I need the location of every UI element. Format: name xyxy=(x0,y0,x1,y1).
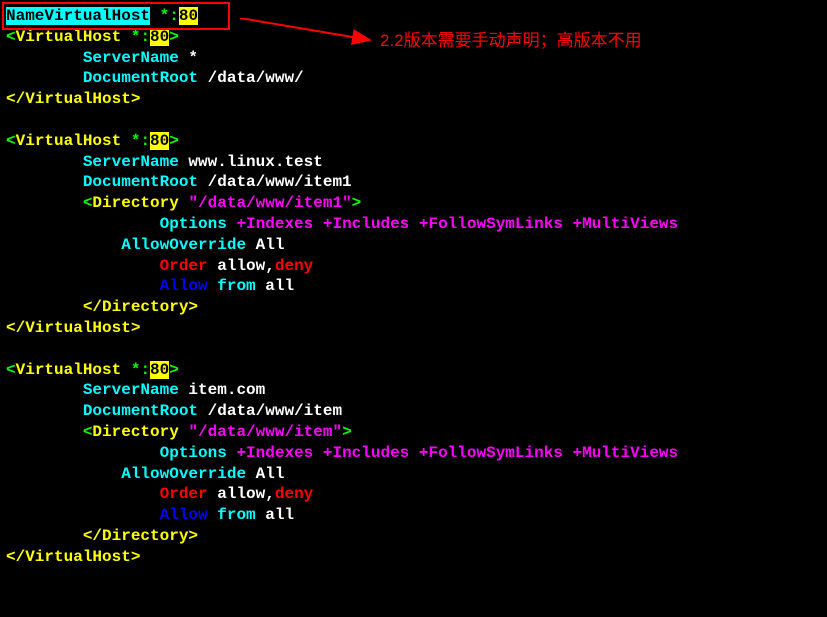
vhost3-allow: Allow from all xyxy=(6,505,821,526)
label: ServerName xyxy=(6,49,179,67)
close: </VirtualHost> xyxy=(6,548,140,566)
val: item.com xyxy=(179,381,265,399)
namevirtualhost-line: NameVirtualHost *:80 xyxy=(6,6,821,27)
close: </Directory> xyxy=(6,527,198,545)
vhost2-allowoverride: AllowOverride All xyxy=(6,235,821,256)
vhost2-allow: Allow from all xyxy=(6,276,821,297)
lt: < xyxy=(6,361,16,379)
vhost2-servername: ServerName www.linux.test xyxy=(6,152,821,173)
label: Order xyxy=(6,485,208,503)
vhost2-order: Order allow,deny xyxy=(6,256,821,277)
vhost3-docroot: DocumentRoot /data/www/item xyxy=(6,401,821,422)
blank xyxy=(6,110,821,131)
val: /data/www/item xyxy=(198,402,342,420)
val: /data/www/ xyxy=(198,69,304,87)
vhost1-close: </VirtualHost> xyxy=(6,89,821,110)
lt: < xyxy=(6,132,16,150)
vhost3-dir-open: <Directory "/data/www/item"> xyxy=(6,422,821,443)
port: 80 xyxy=(150,28,169,46)
vhost1-docroot: DocumentRoot /data/www/ xyxy=(6,68,821,89)
gt: > xyxy=(169,132,179,150)
vhost3-order: Order allow,deny xyxy=(6,484,821,505)
label: Allow xyxy=(6,506,208,524)
val: www.linux.test xyxy=(179,153,323,171)
deny: deny xyxy=(275,257,313,275)
val: All xyxy=(246,236,284,254)
gt: > xyxy=(342,423,352,441)
vhost3-close: </VirtualHost> xyxy=(6,547,821,568)
allow: allow, xyxy=(208,257,275,275)
vhost2-open: <VirtualHost *:80> xyxy=(6,131,821,152)
vhost2-docroot: DocumentRoot /data/www/item1 xyxy=(6,172,821,193)
blank xyxy=(6,339,821,360)
vhost3-dir-close: </Directory> xyxy=(6,526,821,547)
label: DocumentRoot xyxy=(6,173,198,191)
vhost2-options: Options +Indexes +Includes +FollowSymLin… xyxy=(6,214,821,235)
deny: deny xyxy=(275,485,313,503)
port: 80 xyxy=(150,361,169,379)
star-colon: *: xyxy=(150,7,179,25)
vhost3-options: Options +Indexes +Includes +FollowSymLin… xyxy=(6,443,821,464)
tag: VirtualHost xyxy=(16,361,122,379)
vhost2-close: </VirtualHost> xyxy=(6,318,821,339)
label: Allow xyxy=(6,277,208,295)
vhost3-open: <VirtualHost *:80> xyxy=(6,360,821,381)
star: *: xyxy=(121,361,150,379)
label: Order xyxy=(6,257,208,275)
all: all xyxy=(256,277,294,295)
gt: > xyxy=(169,361,179,379)
label: AllowOverride xyxy=(6,465,246,483)
code-block: NameVirtualHost *:80 <VirtualHost *:80> … xyxy=(6,6,821,568)
val: All xyxy=(246,465,284,483)
vhost3-servername: ServerName item.com xyxy=(6,380,821,401)
from: from xyxy=(208,277,256,295)
tag: VirtualHost xyxy=(16,28,122,46)
gt: > xyxy=(352,194,362,212)
lt: < xyxy=(6,28,16,46)
path: "/data/www/item" xyxy=(179,423,342,441)
from: from xyxy=(208,506,256,524)
label: AllowOverride xyxy=(6,236,246,254)
label: Options xyxy=(6,444,227,462)
vhost2-dir-open: <Directory "/data/www/item1"> xyxy=(6,193,821,214)
port: 80 xyxy=(150,132,169,150)
label: DocumentRoot xyxy=(6,69,198,87)
val: +Indexes +Includes +FollowSymLinks +Mult… xyxy=(227,444,678,462)
vhost3-allowoverride: AllowOverride All xyxy=(6,464,821,485)
lt: < xyxy=(6,423,92,441)
all: all xyxy=(256,506,294,524)
gt: > xyxy=(169,28,179,46)
val: /data/www/item1 xyxy=(198,173,352,191)
vhost2-dir-close: </Directory> xyxy=(6,297,821,318)
directive: NameVirtualHost xyxy=(6,7,150,25)
port: 80 xyxy=(179,7,198,25)
close: </VirtualHost> xyxy=(6,90,140,108)
path: "/data/www/item1" xyxy=(179,194,352,212)
label: ServerName xyxy=(6,381,179,399)
annotation-text: 2.2版本需要手动声明；高版本不用 xyxy=(380,30,642,52)
close: </VirtualHost> xyxy=(6,319,140,337)
label: ServerName xyxy=(6,153,179,171)
val: +Indexes +Includes +FollowSymLinks +Mult… xyxy=(227,215,678,233)
star: *: xyxy=(121,28,150,46)
val: * xyxy=(179,49,198,67)
close: </Directory> xyxy=(6,298,198,316)
tag: Directory xyxy=(92,194,178,212)
star: *: xyxy=(121,132,150,150)
allow: allow, xyxy=(208,485,275,503)
tag: VirtualHost xyxy=(16,132,122,150)
label: Options xyxy=(6,215,227,233)
label: DocumentRoot xyxy=(6,402,198,420)
tag: Directory xyxy=(92,423,178,441)
lt: < xyxy=(6,194,92,212)
